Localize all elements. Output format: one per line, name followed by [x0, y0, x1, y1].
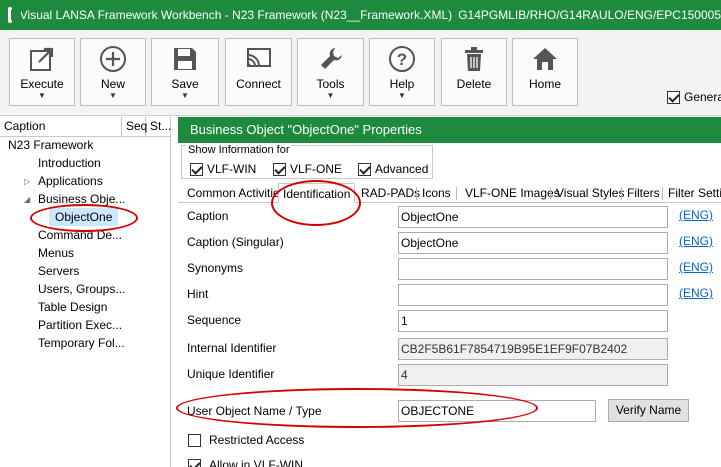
delete-label: Delete: [456, 77, 492, 91]
caption-label: Caption: [187, 209, 229, 223]
window-title: Visual LANSA Framework Workbench - N23 F…: [19, 8, 453, 22]
home-icon: [531, 45, 559, 73]
tree-item-partition-execution[interactable]: Partition Exec...: [38, 316, 122, 334]
window-title-path: G14PGMLIB/RHO/G14RAULO/ENG/EPC150005: [458, 8, 721, 22]
chevron-down-icon: ▼: [181, 91, 189, 100]
chevron-down-icon: ▼: [109, 91, 117, 100]
tab-identification[interactable]: Identification: [278, 183, 356, 203]
user-object-name-input[interactable]: OBJECTONE: [398, 400, 596, 422]
plus-circle-icon: [99, 45, 127, 73]
internal-identifier-label: Internal Identifier: [187, 341, 277, 355]
general-checkbox-box[interactable]: [667, 90, 680, 104]
toolbar: Execute ▼ New ▼ Save ▼ Connect Tools ▼ ?…: [0, 30, 721, 116]
general-label: Genera: [684, 90, 721, 104]
app-icon: [8, 7, 21, 23]
synonyms-input[interactable]: [398, 258, 668, 280]
tree-header: Caption Seq St...: [0, 117, 171, 137]
vlf-win-checkbox[interactable]: VLF-WIN: [190, 162, 256, 176]
tree-column-caption[interactable]: Caption: [0, 117, 122, 136]
tree-item-business-objects[interactable]: Business Obje...: [38, 190, 125, 208]
caption-singular-input[interactable]: ObjectOne: [398, 232, 668, 254]
floppy-disk-icon: [172, 45, 198, 73]
home-label: Home: [528, 77, 561, 91]
properties-header: Business Object "ObjectOne" Properties: [178, 117, 721, 143]
tree-item-users-groups[interactable]: Users, Groups...: [38, 280, 125, 298]
question-circle-icon: ?: [388, 45, 416, 73]
svg-text:?: ?: [397, 50, 407, 69]
connect-label: Connect: [236, 77, 281, 91]
collapse-arrow-icon[interactable]: ◢: [24, 195, 30, 204]
delete-button[interactable]: Delete: [441, 38, 507, 106]
new-button[interactable]: New ▼: [80, 38, 146, 106]
chevron-down-icon: ▼: [326, 91, 335, 100]
tree-item-table-design[interactable]: Table Design: [38, 298, 107, 316]
caption-singular-eng-link[interactable]: (ENG): [679, 234, 713, 248]
vlf-one-checkbox[interactable]: VLF-ONE: [273, 162, 342, 176]
tree-item-introduction[interactable]: Introduction: [38, 154, 101, 172]
execute-icon: [29, 45, 55, 73]
hint-input[interactable]: [398, 284, 668, 306]
properties-tabs: Common Activities Identification RAD-PAD…: [178, 183, 721, 203]
allow-in-vlf-win-checkbox[interactable]: Allow in VLF-WIN: [188, 458, 303, 467]
expand-arrow-icon[interactable]: ▷: [24, 177, 30, 186]
help-button[interactable]: ? Help ▼: [369, 38, 435, 106]
tab-visual-styles[interactable]: Visual Styles: [556, 186, 624, 200]
advanced-checkbox[interactable]: Advanced: [358, 162, 428, 176]
tree-item-temporary-folder[interactable]: Temporary Fol...: [38, 334, 125, 352]
sequence-label: Sequence: [187, 313, 242, 327]
tree-item-servers[interactable]: Servers: [38, 262, 79, 280]
tab-rad-pads[interactable]: RAD-PADs: [361, 186, 420, 200]
tab-filter-settings[interactable]: Filter Settir: [668, 186, 721, 200]
sequence-input[interactable]: 1: [398, 310, 668, 332]
trash-icon: [462, 45, 486, 73]
tools-button[interactable]: Tools ▼: [297, 38, 364, 106]
general-checkbox[interactable]: Genera: [667, 90, 721, 104]
tools-label: Tools: [316, 77, 345, 91]
synonyms-label: Synonyms: [187, 261, 244, 275]
caption-input[interactable]: ObjectOne: [398, 206, 668, 228]
home-button[interactable]: Home: [512, 38, 578, 106]
tree-column-status[interactable]: St...: [146, 117, 171, 136]
show-information-title: Show Information for: [186, 144, 292, 156]
unique-identifier-field: 4: [398, 364, 668, 386]
identification-content: Caption ObjectOne (ENG) Caption (Singula…: [178, 204, 721, 467]
user-object-name-label: User Object Name / Type: [187, 404, 322, 418]
tab-filters[interactable]: Filters: [627, 186, 660, 200]
restricted-access-checkbox[interactable]: Restricted Access: [188, 433, 304, 447]
execute-label: Execute: [20, 77, 64, 91]
internal-identifier-field: CB2F5B61F7854719B95E1EF9F07B2402: [398, 338, 668, 360]
tab-vlf-one-images[interactable]: VLF-ONE Images: [465, 186, 560, 200]
caption-singular-label: Caption (Singular): [187, 235, 284, 249]
help-label: Help: [389, 77, 415, 91]
chevron-down-icon: ▼: [38, 91, 46, 100]
synonyms-eng-link[interactable]: (ENG): [679, 260, 713, 274]
new-label: New: [100, 77, 125, 91]
show-information-group: Show Information for VLF-WIN VLF-ONE Adv…: [181, 144, 433, 179]
connect-button[interactable]: Connect: [225, 38, 292, 106]
hint-eng-link[interactable]: (ENG): [679, 286, 713, 300]
save-label: Save: [171, 77, 199, 91]
hint-label: Hint: [187, 287, 209, 301]
title-bar: Visual LANSA Framework Workbench - N23 F…: [0, 0, 721, 30]
properties-panel: Business Object "ObjectOne" Properties S…: [178, 117, 721, 467]
tree-item-applications[interactable]: Applications: [38, 172, 103, 190]
tab-common-activities[interactable]: Common Activities: [187, 186, 286, 200]
save-button[interactable]: Save ▼: [151, 38, 219, 106]
caption-eng-link[interactable]: (ENG): [679, 208, 713, 222]
tab-icons[interactable]: Icons: [422, 186, 451, 200]
chevron-down-icon: ▼: [398, 91, 406, 100]
tree-item-menus[interactable]: Menus: [38, 244, 74, 262]
verify-name-button[interactable]: Verify Name: [608, 399, 689, 422]
unique-identifier-label: Unique Identifier: [187, 367, 275, 381]
tree-item-command-definitions[interactable]: Command De...: [38, 226, 122, 244]
framework-tree-panel: Caption Seq St... N23 Framework Introduc…: [0, 117, 171, 467]
tree-column-seq[interactable]: Seq: [122, 117, 147, 136]
cast-screen-icon: [245, 45, 273, 73]
tree-item-framework[interactable]: N23 Framework: [8, 136, 93, 154]
tree-item-objectone[interactable]: ObjectOne: [49, 208, 119, 226]
wrench-icon: [318, 45, 344, 73]
execute-button[interactable]: Execute ▼: [9, 38, 75, 106]
